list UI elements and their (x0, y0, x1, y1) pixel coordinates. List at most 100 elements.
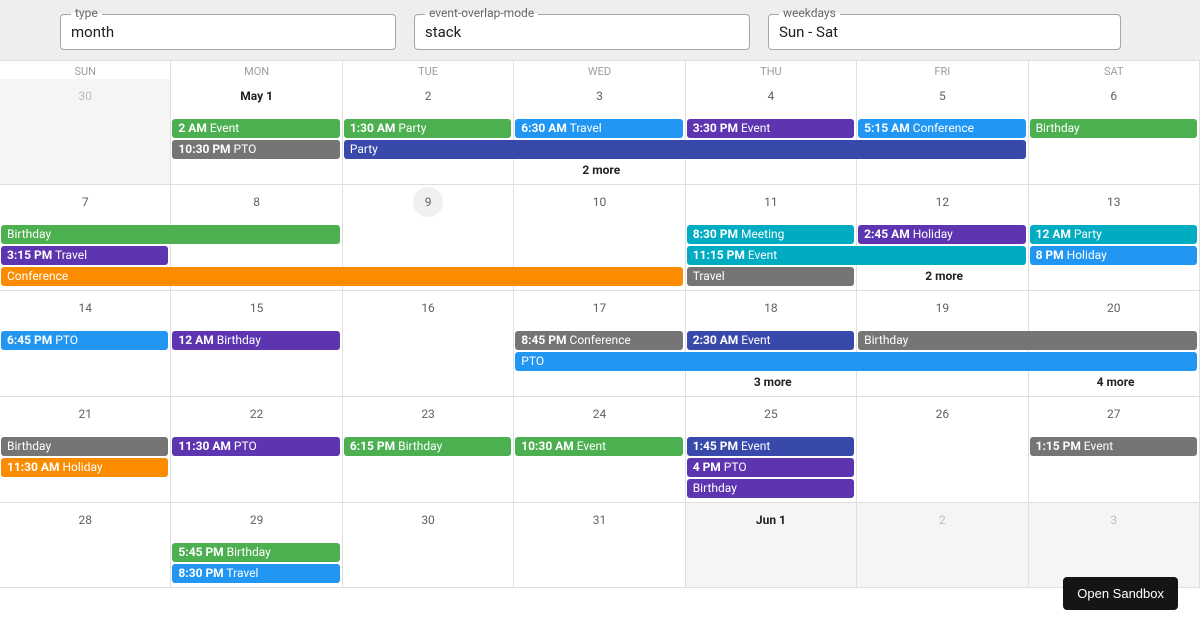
day-number: 27 (1099, 399, 1129, 429)
calendar-event[interactable]: 8:45 PM Conference (515, 331, 682, 350)
calendar-event[interactable]: 1:30 AM Party (344, 119, 511, 138)
calendar-event[interactable]: 2:45 AM Holiday (858, 225, 1025, 244)
calendar-week: 21222324252627Birthday11:30 AM PTO6:15 P… (0, 397, 1200, 503)
calendar-event[interactable]: Conference (1, 267, 683, 286)
day-cell[interactable]: 2 (857, 503, 1028, 587)
day-cell[interactable]: 31 (514, 503, 685, 587)
calendar-event[interactable]: 10:30 PM PTO (172, 140, 339, 159)
calendar-event[interactable]: 10:30 AM Event (515, 437, 682, 456)
day-number: 4 (756, 81, 786, 111)
day-number: 6 (1099, 81, 1129, 111)
day-cell[interactable]: 3 (1029, 503, 1200, 587)
calendar-event[interactable]: 12 AM Party (1030, 225, 1197, 244)
day-number: 17 (584, 293, 614, 323)
day-number: 14 (70, 293, 100, 323)
day-number: 9 (413, 187, 443, 217)
day-number: 19 (927, 293, 957, 323)
day-number: 2 (413, 81, 443, 111)
calendar-event[interactable]: 8:30 PM Meeting (687, 225, 854, 244)
day-number: 31 (584, 505, 614, 535)
select-weekdays-label: weekdays (779, 6, 840, 20)
select-weekdays-value: Sun - Sat (779, 23, 838, 41)
day-number: 11 (756, 187, 786, 217)
calendar-event[interactable]: 11:30 AM PTO (172, 437, 339, 456)
day-number: 15 (242, 293, 272, 323)
day-number: May 1 (240, 81, 273, 111)
day-number: 2 (927, 505, 957, 535)
day-number: Jun 1 (756, 505, 786, 535)
day-number: 23 (413, 399, 443, 429)
select-type-label: type (71, 6, 102, 20)
calendar: SUN MON TUE WED THU FRI SAT 30May 123456… (0, 60, 1200, 588)
day-number: 21 (70, 399, 100, 429)
day-number: 22 (242, 399, 272, 429)
calendar-event[interactable]: Birthday (1, 437, 168, 456)
more-events-link[interactable]: 4 more (1029, 373, 1197, 392)
calendar-event[interactable]: 5:45 PM Birthday (172, 543, 339, 562)
day-number: 30 (70, 81, 100, 111)
day-number: 3 (584, 81, 614, 111)
day-cell[interactable]: 16 (343, 291, 514, 396)
day-number: 28 (70, 505, 100, 535)
calendar-event[interactable]: 6:30 AM Travel (515, 119, 682, 138)
select-type[interactable]: type month (60, 14, 396, 50)
select-overlap-label: event-overlap-mode (425, 6, 538, 20)
day-number: 3 (1099, 505, 1129, 535)
day-number: 8 (242, 187, 272, 217)
day-number: 10 (584, 187, 614, 217)
calendar-event[interactable]: 1:15 PM Event (1030, 437, 1197, 456)
calendar-event[interactable]: 2 AM Event (172, 119, 339, 138)
day-cell[interactable]: 30 (0, 79, 171, 184)
weekday-wed: WED (514, 61, 685, 79)
day-number: 26 (927, 399, 957, 429)
toolbar: type month event-overlap-mode stack week… (0, 0, 1200, 60)
calendar-event[interactable]: 6:15 PM Birthday (344, 437, 511, 456)
calendar-event[interactable]: 5:15 AM Conference (858, 119, 1025, 138)
day-cell[interactable]: 28 (0, 503, 171, 587)
weekday-mon: MON (171, 61, 342, 79)
day-number: 13 (1099, 187, 1129, 217)
more-events-link[interactable]: 2 more (857, 267, 1025, 286)
calendar-week: 30 May 1 2 3 4 5 6 2 AM Event 1:30 AM Party6:30 … (0, 79, 1200, 185)
day-number: 24 (584, 399, 614, 429)
more-events-link[interactable]: 2 more (514, 161, 682, 180)
day-number: 7 (70, 187, 100, 217)
weekday-sun: SUN (0, 61, 171, 79)
calendar-event[interactable]: 4 PM PTO (687, 458, 854, 477)
calendar-event[interactable]: Birthday (1, 225, 340, 244)
calendar-event[interactable]: 8:30 PM Travel (172, 564, 339, 583)
calendar-event[interactable]: Party (344, 140, 1026, 159)
weekday-sat: SAT (1029, 61, 1200, 79)
calendar-event[interactable]: Travel (687, 267, 854, 286)
select-overlap-mode[interactable]: event-overlap-mode stack (414, 14, 750, 50)
day-number: 18 (756, 293, 786, 323)
day-cell[interactable]: 26 (857, 397, 1028, 502)
select-type-value: month (71, 23, 114, 41)
calendar-event[interactable]: Birthday (1030, 119, 1197, 138)
calendar-event[interactable]: 12 AM Birthday (172, 331, 339, 350)
weekday-thu: THU (686, 61, 857, 79)
calendar-event[interactable]: 1:45 PM Event (687, 437, 854, 456)
more-events-link[interactable]: 3 more (686, 373, 854, 392)
day-number: 12 (927, 187, 957, 217)
day-cell[interactable]: 30 (343, 503, 514, 587)
day-number: 5 (927, 81, 957, 111)
calendar-event[interactable]: 2:30 AM Event (687, 331, 854, 350)
day-number: 25 (756, 399, 786, 429)
calendar-event[interactable]: PTO (515, 352, 1197, 371)
calendar-event[interactable]: 3:15 PM Travel (1, 246, 168, 265)
open-sandbox-button[interactable]: Open Sandbox (1063, 577, 1178, 610)
day-number: 29 (242, 505, 272, 535)
calendar-event[interactable]: 6:45 PM PTO (1, 331, 168, 350)
calendar-event[interactable]: Birthday (687, 479, 854, 498)
select-weekdays[interactable]: weekdays Sun - Sat (768, 14, 1121, 50)
calendar-event[interactable]: Birthday (858, 331, 1197, 350)
select-overlap-value: stack (425, 23, 461, 41)
calendar-event[interactable]: 11:30 AM Holiday (1, 458, 168, 477)
calendar-event[interactable]: 3:30 PM Event (687, 119, 854, 138)
day-cell[interactable]: Jun 1 (686, 503, 857, 587)
calendar-event[interactable]: 11:15 PM Event (687, 246, 1026, 265)
calendar-event[interactable]: 8 PM Holiday (1030, 246, 1197, 265)
weekday-header: SUN MON TUE WED THU FRI SAT (0, 60, 1200, 79)
calendar-week: 28 29 30 31 Jun 1 2 3 5:45 PM Birthday 8:30 PM T… (0, 503, 1200, 588)
